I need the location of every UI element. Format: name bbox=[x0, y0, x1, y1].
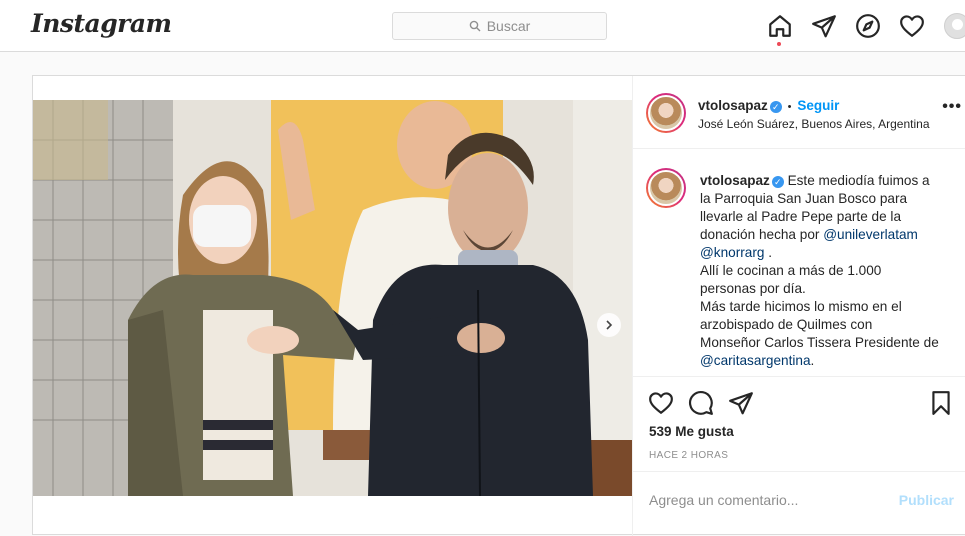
caption-text: vtolosapaz ✓ Este mediodía fuimos a la Pa… bbox=[700, 172, 965, 370]
profile-avatar[interactable] bbox=[944, 13, 965, 39]
search-input[interactable]: Buscar bbox=[392, 12, 607, 40]
caption-line: Monseñor Carlos Tissera Presidente de bbox=[700, 335, 939, 350]
comment-input[interactable]: Agrega un comentario... bbox=[649, 492, 798, 508]
caption-punctuation: . bbox=[764, 245, 772, 260]
caption-username[interactable]: vtolosapaz bbox=[700, 173, 770, 188]
mention-knorrarg[interactable]: @knorrarg bbox=[700, 245, 764, 260]
top-nav: Instagram Buscar bbox=[0, 0, 965, 52]
caption-line: Allí le cocinan a más de 1.000 bbox=[700, 263, 882, 278]
separator: • bbox=[787, 101, 792, 113]
home-icon[interactable] bbox=[767, 13, 793, 39]
direct-icon[interactable] bbox=[811, 13, 837, 39]
caption-line: llevarle al Padre Pepe parte de la bbox=[700, 209, 902, 224]
save-bookmark-icon[interactable] bbox=[928, 390, 954, 416]
activity-heart-icon[interactable] bbox=[899, 13, 925, 39]
post-location[interactable]: José León Suárez, Buenos Aires, Argentin… bbox=[698, 117, 930, 131]
comment-box: Agrega un comentario... Publicar bbox=[633, 471, 965, 531]
search-icon bbox=[469, 20, 481, 32]
author-username[interactable]: vtolosapaz bbox=[698, 98, 768, 113]
caption-line: arzobispado de Quilmes con bbox=[700, 317, 873, 332]
post-actions: 539 Me gusta HACE 2 HORAS Agrega un come… bbox=[633, 376, 965, 536]
publish-button[interactable]: Publicar bbox=[899, 492, 954, 508]
more-options-icon[interactable]: ••• bbox=[942, 98, 962, 116]
explore-icon[interactable] bbox=[855, 13, 881, 39]
notification-dot bbox=[777, 42, 781, 46]
post-timestamp[interactable]: HACE 2 HORAS bbox=[649, 450, 728, 461]
follow-button[interactable]: Seguir bbox=[797, 98, 839, 113]
caption-author-avatar[interactable] bbox=[646, 168, 686, 208]
mention-caritasargentina[interactable]: @caritasargentina bbox=[700, 353, 811, 368]
post-photo bbox=[33, 100, 632, 496]
like-count[interactable]: 539 Me gusta bbox=[649, 424, 734, 439]
caption-line: Este mediodía fuimos a bbox=[787, 173, 930, 188]
instagram-logo[interactable]: Instagram bbox=[31, 9, 172, 38]
like-heart-icon[interactable] bbox=[648, 390, 674, 416]
author-avatar[interactable] bbox=[646, 93, 686, 133]
caption-line: donación hecha por bbox=[700, 227, 824, 242]
comment-bubble-icon[interactable] bbox=[688, 390, 714, 416]
mention-unileverlatam[interactable]: @unileverlatam bbox=[823, 227, 918, 242]
post-card: vtolosapaz ✓ • Seguir José León Suárez, B… bbox=[32, 75, 965, 536]
post-header: vtolosapaz ✓ • Seguir José León Suárez, B… bbox=[633, 76, 965, 149]
carousel-next-button[interactable] bbox=[597, 313, 621, 337]
caption-line: la Parroquia San Juan Bosco para bbox=[700, 191, 908, 206]
verified-badge-icon: ✓ bbox=[769, 101, 782, 113]
post-caption: vtolosapaz ✓ Este mediodía fuimos a la Pa… bbox=[633, 150, 965, 376]
chevron-right-icon bbox=[606, 320, 613, 330]
share-icon[interactable] bbox=[728, 390, 754, 416]
verified-badge-icon: ✓ bbox=[771, 176, 784, 188]
post-image bbox=[33, 100, 632, 496]
caption-line: Más tarde hicimos lo mismo en el bbox=[700, 299, 902, 314]
post-sidebar: vtolosapaz ✓ • Seguir José León Suárez, B… bbox=[632, 76, 965, 536]
search-placeholder: Buscar bbox=[486, 18, 531, 34]
caption-punctuation: . bbox=[810, 353, 815, 368]
author-line: vtolosapaz ✓ • Seguir bbox=[698, 97, 839, 113]
caption-line: personas por día. bbox=[700, 281, 806, 296]
